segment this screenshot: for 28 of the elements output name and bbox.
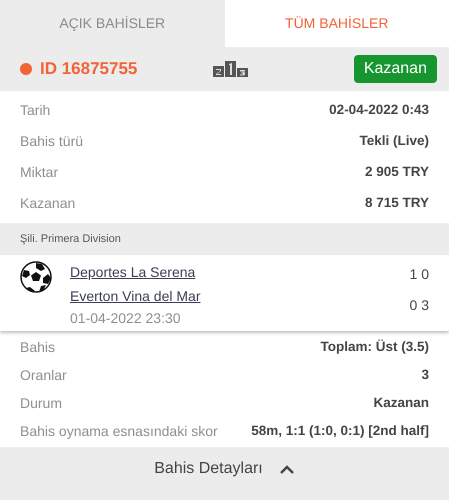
bet-id: ID 16875755 (40, 58, 138, 80)
field-value: 8 715 TRY (364, 194, 429, 212)
field-label: Bahis türü (20, 132, 84, 151)
field-label: Kazanan (20, 194, 76, 213)
team-score: 0 3 (410, 296, 429, 315)
field-label: Bahis (20, 338, 56, 356)
team-link[interactable]: Everton Vina del Mar (70, 288, 200, 304)
field-label: Bahis oynama esnasındaki skor (20, 422, 218, 441)
team-link[interactable]: Deportes La Serena (70, 264, 196, 280)
field-label: Oranlar (20, 366, 67, 384)
league-name: Şili. Primera Division (20, 232, 121, 247)
soccer-ball-icon (20, 261, 52, 293)
team-score: 1 0 (410, 265, 429, 284)
match-date: 01-04-2022 23:30 (70, 309, 182, 327)
field-value: Kazanan (373, 394, 429, 412)
field-value: 3 (421, 366, 429, 384)
field-value: Tekli (Live) (359, 132, 429, 150)
chevron-up-icon[interactable] (278, 464, 295, 474)
details-toggle[interactable]: Bahis Detayları (154, 457, 263, 481)
status-badge: Kazanan (354, 55, 437, 83)
field-value: Toplam: Üst (3.5) (320, 338, 429, 356)
podium-icon (212, 61, 249, 77)
field-value: 2 905 TRY (364, 163, 429, 182)
field-label: Miktar (20, 163, 58, 182)
field-value: 02-04-2022 0:43 (329, 101, 429, 120)
field-label: Tarih (20, 101, 50, 120)
field-label: Durum (20, 394, 62, 412)
field-value: 58m, 1:1 (1:0, 0:1) [2nd half] (251, 422, 429, 440)
